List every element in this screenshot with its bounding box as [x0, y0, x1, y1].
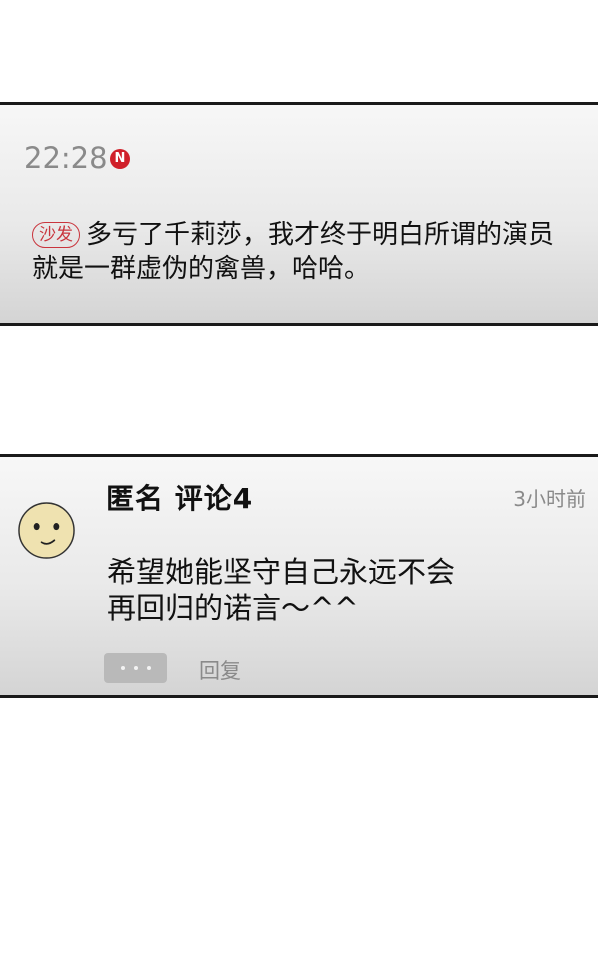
smiley-face-icon[interactable]	[17, 501, 76, 560]
new-badge-icon: N	[110, 149, 130, 169]
comment-time-ago: 3小时前	[513, 487, 586, 511]
comment-card-top: 22:28 N 沙发 多亏了千莉莎，我才终于明白所谓的演员就是一群虚伪的禽兽，哈哈…	[0, 102, 598, 326]
sofa-tag: 沙发	[32, 222, 80, 248]
comment-text-line: 再回归的诺言～^^	[107, 591, 359, 625]
more-dots-icon	[133, 666, 138, 670]
comment-body: 希望她能坚守自己永远不会 再回归的诺言～^^	[107, 554, 567, 626]
comment-body: 沙发 多亏了千莉莎，我才终于明白所谓的演员就是一群虚伪的禽兽，哈哈。	[32, 218, 577, 286]
comment-card-bottom: 匿名 评论4 3小时前 希望她能坚守自己永远不会 再回归的诺言～^^ 回复	[0, 454, 598, 698]
reply-button[interactable]: 回复	[199, 655, 241, 685]
more-dots-icon	[146, 666, 151, 670]
comment-time: 22:28	[24, 141, 108, 175]
comment-text-line: 希望她能坚守自己永远不会	[107, 555, 456, 589]
more-options-button[interactable]	[104, 653, 167, 683]
comment-author: 匿名 评论4	[106, 482, 254, 515]
more-dots-icon	[120, 666, 125, 670]
comment-text: 多亏了千莉莎，我才终于明白所谓的演员就是一群虚伪的禽兽，哈哈。	[32, 220, 555, 284]
